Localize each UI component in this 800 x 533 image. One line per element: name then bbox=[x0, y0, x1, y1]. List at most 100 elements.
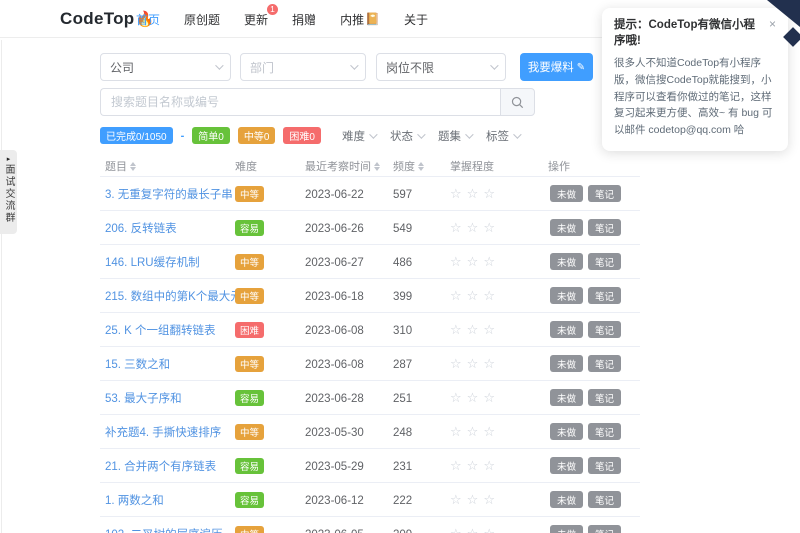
note-button[interactable]: 笔记 bbox=[588, 185, 621, 202]
sort-icon[interactable] bbox=[374, 159, 380, 174]
question-link[interactable]: 21. 合并两个有序链表 bbox=[105, 461, 216, 473]
sort-icon[interactable] bbox=[130, 159, 136, 174]
todo-button[interactable]: 未做 bbox=[550, 287, 583, 304]
header-frequency-column[interactable]: 频度 bbox=[392, 158, 450, 174]
todo-button[interactable]: 未做 bbox=[550, 389, 583, 406]
star-icon[interactable]: ☆ bbox=[450, 357, 462, 370]
star-icon[interactable]: ☆ bbox=[450, 221, 462, 234]
star-icon[interactable]: ☆ bbox=[483, 527, 495, 533]
star-icon[interactable]: ☆ bbox=[450, 425, 462, 438]
frequency-value: 231 bbox=[393, 461, 412, 473]
todo-button[interactable]: 未做 bbox=[550, 321, 583, 338]
star-icon[interactable]: ☆ bbox=[467, 391, 479, 404]
question-link[interactable]: 补充题4. 手撕快速排序 bbox=[105, 427, 221, 439]
star-icon[interactable]: ☆ bbox=[450, 493, 462, 506]
note-button[interactable]: 笔记 bbox=[588, 389, 621, 406]
star-icon[interactable]: ☆ bbox=[483, 323, 495, 336]
status-filter[interactable]: 状态 bbox=[390, 128, 423, 144]
todo-button[interactable]: 未做 bbox=[550, 491, 583, 508]
star-icon[interactable]: ☆ bbox=[450, 255, 462, 268]
star-icon[interactable]: ☆ bbox=[467, 357, 479, 370]
todo-button[interactable]: 未做 bbox=[550, 423, 583, 440]
star-icon[interactable]: ☆ bbox=[483, 221, 495, 234]
mastery-stars: ☆ ☆ ☆ bbox=[450, 289, 530, 302]
star-icon[interactable]: ☆ bbox=[467, 459, 479, 472]
question-link[interactable]: 53. 最大子序和 bbox=[105, 393, 182, 405]
difficulty-tag: 中等 bbox=[235, 186, 264, 202]
note-button[interactable]: 笔记 bbox=[588, 525, 621, 533]
question-link[interactable]: 25. K 个一组翻转链表 bbox=[105, 325, 216, 337]
star-icon[interactable]: ☆ bbox=[483, 289, 495, 302]
note-button[interactable]: 笔记 bbox=[588, 457, 621, 474]
question-link[interactable]: 1. 两数之和 bbox=[105, 495, 164, 507]
todo-button[interactable]: 未做 bbox=[550, 355, 583, 372]
star-icon[interactable]: ☆ bbox=[483, 357, 495, 370]
star-icon[interactable]: ☆ bbox=[450, 391, 462, 404]
star-icon[interactable]: ☆ bbox=[450, 459, 462, 472]
nav-item-referral[interactable]: 内推 📔 bbox=[340, 11, 380, 28]
star-icon[interactable]: ☆ bbox=[450, 527, 462, 533]
position-select[interactable]: 岗位不限 bbox=[376, 53, 506, 81]
department-select[interactable]: 部门 bbox=[240, 53, 366, 81]
star-icon[interactable]: ☆ bbox=[483, 459, 495, 472]
problem-set-filter[interactable]: 题集 bbox=[438, 128, 471, 144]
header-date-column[interactable]: 最近考察时间 bbox=[300, 158, 392, 174]
note-button[interactable]: 笔记 bbox=[588, 253, 621, 270]
todo-button[interactable]: 未做 bbox=[550, 185, 583, 202]
header-title-column[interactable]: 题目 bbox=[100, 158, 232, 174]
star-icon[interactable]: ☆ bbox=[483, 391, 495, 404]
nav-item-original[interactable]: 原创题 bbox=[184, 11, 220, 28]
star-icon[interactable]: ☆ bbox=[467, 187, 479, 200]
star-icon[interactable]: ☆ bbox=[483, 425, 495, 438]
frequency-value: 248 bbox=[393, 427, 412, 439]
note-button[interactable]: 笔记 bbox=[588, 491, 621, 508]
note-button[interactable]: 笔记 bbox=[588, 355, 621, 372]
interview-group-tab[interactable]: ▸ 面试交流群 bbox=[0, 150, 17, 234]
dash-separator: - bbox=[181, 130, 185, 142]
note-button[interactable]: 笔记 bbox=[588, 423, 621, 440]
chevron-down-icon bbox=[369, 130, 377, 138]
search-button[interactable] bbox=[500, 88, 535, 116]
nav-item-about[interactable]: 关于 bbox=[404, 11, 428, 28]
question-link[interactable]: 215. 数组中的第K个最大元素 bbox=[105, 291, 253, 303]
stats-row: 已完成0/1050 - 简单0 中等0 困难0 难度 状态 题集 标签 bbox=[100, 127, 640, 144]
close-icon[interactable]: × bbox=[769, 18, 776, 30]
nav-item-home[interactable]: 首页 bbox=[136, 11, 160, 28]
star-icon[interactable]: ☆ bbox=[483, 187, 495, 200]
star-icon[interactable]: ☆ bbox=[467, 527, 479, 533]
star-icon[interactable]: ☆ bbox=[467, 425, 479, 438]
sort-icon[interactable] bbox=[418, 159, 424, 174]
note-button[interactable]: 笔记 bbox=[588, 321, 621, 338]
difficulty-filter[interactable]: 难度 bbox=[342, 128, 375, 144]
tag-filter[interactable]: 标签 bbox=[486, 128, 519, 144]
star-icon[interactable]: ☆ bbox=[467, 323, 479, 336]
company-select[interactable]: 公司 bbox=[100, 53, 231, 81]
star-icon[interactable]: ☆ bbox=[467, 289, 479, 302]
star-icon[interactable]: ☆ bbox=[450, 323, 462, 336]
star-icon[interactable]: ☆ bbox=[483, 493, 495, 506]
todo-button[interactable]: 未做 bbox=[550, 525, 583, 533]
todo-button[interactable]: 未做 bbox=[550, 219, 583, 236]
search-input[interactable] bbox=[100, 88, 500, 116]
todo-button[interactable]: 未做 bbox=[550, 457, 583, 474]
note-button[interactable]: 笔记 bbox=[588, 287, 621, 304]
miniprogram-notice-popup: 提示：CodeTop有微信小程序哦! × 很多人不知道CodeTop有小程序版，… bbox=[602, 8, 788, 151]
frequency-value: 399 bbox=[393, 291, 412, 303]
note-button[interactable]: 笔记 bbox=[588, 219, 621, 236]
question-link[interactable]: 15. 三数之和 bbox=[105, 359, 170, 371]
question-link[interactable]: 102. 二叉树的层序遍历 bbox=[105, 529, 223, 533]
star-icon[interactable]: ☆ bbox=[467, 221, 479, 234]
question-link[interactable]: 206. 反转链表 bbox=[105, 223, 177, 235]
question-link[interactable]: 3. 无重复字符的最长子串 bbox=[105, 189, 233, 201]
report-button[interactable]: 我要爆料 ✎ bbox=[520, 53, 593, 81]
star-icon[interactable]: ☆ bbox=[467, 493, 479, 506]
todo-button[interactable]: 未做 bbox=[550, 253, 583, 270]
star-icon[interactable]: ☆ bbox=[483, 255, 495, 268]
star-icon[interactable]: ☆ bbox=[450, 187, 462, 200]
last-asked-date: 2023-06-27 bbox=[305, 257, 364, 269]
nav-item-donate[interactable]: 捐赠 bbox=[292, 11, 316, 28]
question-link[interactable]: 146. LRU缓存机制 bbox=[105, 257, 200, 269]
star-icon[interactable]: ☆ bbox=[467, 255, 479, 268]
nav-item-updates[interactable]: 更新 1 bbox=[244, 11, 268, 28]
star-icon[interactable]: ☆ bbox=[450, 289, 462, 302]
